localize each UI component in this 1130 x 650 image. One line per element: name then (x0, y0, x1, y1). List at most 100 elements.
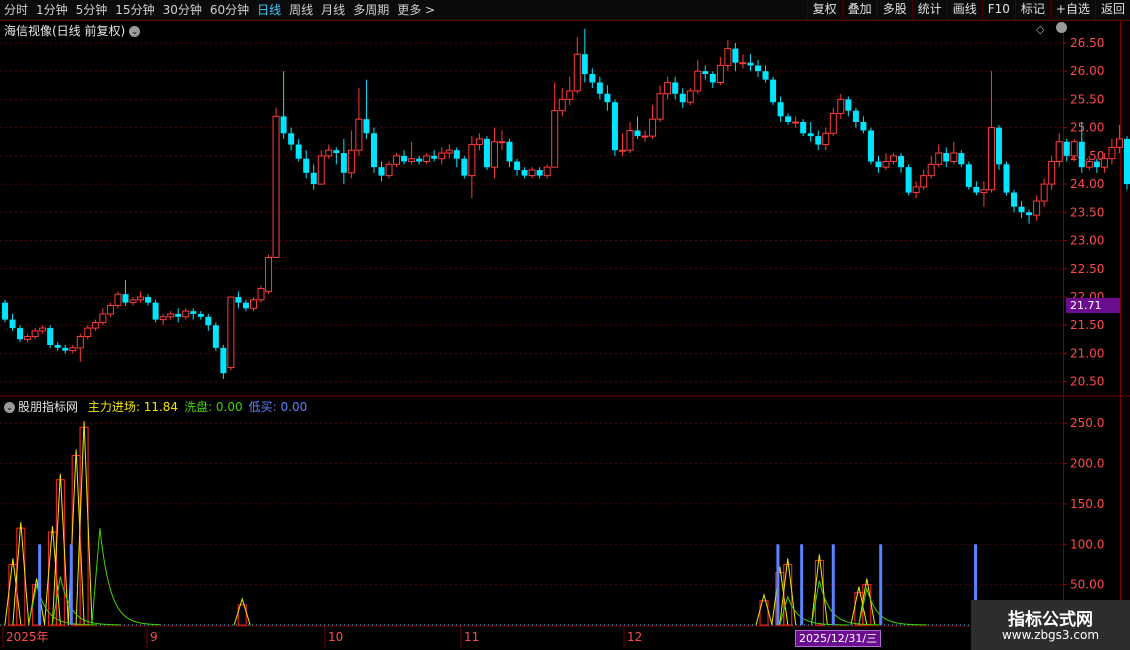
candle-body (1026, 212, 1033, 216)
toolbar-button[interactable]: 叠加 (841, 0, 877, 20)
period-tab[interactable]: 15分钟 (111, 0, 158, 20)
y-tick-label: 23.50 (1070, 205, 1104, 219)
y-tick-label: 50.00 (1070, 578, 1104, 592)
wash-line (91, 528, 160, 626)
x-tick-label: 2025年 (6, 630, 49, 644)
candle-body (498, 141, 506, 144)
candle-body (867, 130, 874, 162)
candle-body (47, 328, 54, 346)
candle-body (145, 297, 152, 303)
period-tab[interactable]: 多周期 (349, 0, 393, 20)
candle-body (770, 79, 777, 103)
cursor-date-label: 2025/12/31/三 (795, 630, 882, 647)
candle-body (257, 288, 265, 301)
candle-body (24, 336, 32, 340)
period-tab[interactable]: 周线 (285, 0, 317, 20)
candle-body (363, 119, 370, 134)
candle-body (656, 93, 664, 120)
candle-body (514, 161, 521, 170)
candle-body (159, 316, 167, 321)
wash-line (858, 586, 927, 626)
candle-body (506, 141, 513, 162)
candle-body (558, 98, 566, 112)
period-tab[interactable]: 30分钟 (159, 0, 206, 20)
candle-body (845, 99, 852, 111)
candle-body (1055, 141, 1063, 163)
chevron-down-icon[interactable]: ⌄ (129, 26, 141, 37)
watermark-title: 指标公式网 (1008, 610, 1093, 630)
toolbar-button[interactable]: 画线 (946, 0, 982, 20)
candle-body (370, 133, 377, 168)
candle-body (1093, 161, 1100, 168)
toolbar-button[interactable]: +自选 (1049, 0, 1095, 20)
period-tabs: 分时 1分钟 5分钟 15分钟 30分钟 60分钟 日线 周线 月线 多周期 更多 > (0, 0, 439, 20)
candle-body (325, 149, 333, 157)
low-buy-bar (776, 544, 780, 625)
candle-body (702, 71, 709, 74)
candle-body (672, 82, 679, 94)
candle-body (528, 169, 536, 177)
candle-body (920, 175, 928, 188)
period-tab[interactable]: 1分钟 (32, 0, 72, 20)
candle-body (167, 313, 175, 318)
toolbar-button[interactable]: 多股 (876, 0, 912, 20)
candle-body (943, 153, 950, 162)
main-force-line (75, 421, 93, 626)
candle-body (310, 172, 317, 185)
toolbar-button[interactable]: 返回 (1094, 0, 1130, 20)
settings-icon[interactable] (1056, 22, 1067, 33)
candle-body (205, 316, 212, 326)
candle-body (227, 296, 235, 369)
candle-body (137, 296, 145, 301)
main-force-line (233, 597, 251, 626)
candle-body (235, 297, 242, 303)
candle-body (898, 155, 905, 168)
chart-area: 26.5026.0025.5025.0024.5024.0023.5023.00… (0, 21, 1130, 650)
main-force-bar (783, 563, 793, 626)
candle-body (611, 102, 618, 151)
candle-body (829, 113, 837, 134)
candle-body (596, 82, 603, 94)
candle-body (490, 141, 498, 168)
candle-body (807, 133, 814, 137)
period-tab[interactable]: 月线 (317, 0, 349, 20)
candle-body (265, 256, 273, 292)
candle-body (438, 152, 446, 160)
candle-body (1048, 161, 1056, 185)
candle-body (1100, 158, 1108, 168)
candle-body (122, 294, 129, 303)
period-tab[interactable]: 60分钟 (206, 0, 253, 20)
watermark-url: www.zbgs3.com (1001, 628, 1100, 642)
candle-body (408, 158, 416, 163)
main-force-line (4, 558, 22, 626)
diamond-icon[interactable]: ◇ (1036, 23, 1044, 36)
toolbar-button[interactable]: F10 (981, 0, 1015, 20)
toolbar-button[interactable]: 标记 (1014, 0, 1050, 20)
candle-body (385, 163, 393, 177)
toolbar-button[interactable]: 复权 (806, 0, 842, 20)
candle-body (1040, 183, 1048, 202)
period-tab[interactable]: 5分钟 (72, 0, 112, 20)
indicator-line-label: 主力进场: 11.84 (87, 400, 179, 414)
toolbar-button[interactable]: 统计 (911, 0, 947, 20)
period-tab[interactable]: 日线 (253, 0, 285, 20)
candle-body (431, 155, 438, 159)
main-force-line (858, 578, 876, 626)
x-tick-label: 9 (150, 630, 158, 644)
chevron-down-icon[interactable]: ⌄ (4, 402, 15, 413)
candle-body (581, 54, 588, 74)
period-tab[interactable]: 更多 > (393, 0, 439, 20)
candle-body (401, 155, 408, 162)
candle-body (303, 158, 310, 173)
candle-body (566, 90, 574, 100)
candle-body (129, 299, 137, 304)
candle-body (927, 163, 935, 177)
period-tab[interactable]: 分时 (0, 0, 32, 20)
tool-buttons: 复权 叠加 多股 统计 画线 F10 标记 +自选 返回 (806, 0, 1130, 20)
candle-body (965, 164, 972, 187)
y-tick-label: 26.50 (1070, 36, 1104, 50)
candle-body (987, 127, 995, 191)
candle-body (890, 155, 898, 163)
candle-body (604, 93, 611, 103)
candle-body (792, 121, 800, 124)
